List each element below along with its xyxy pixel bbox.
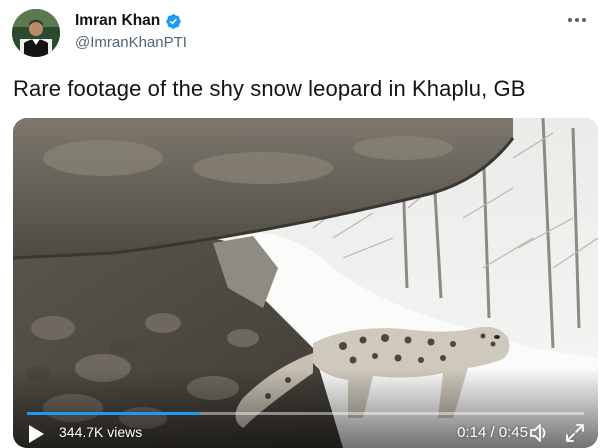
author-display-name[interactable]: Imran Khan: [75, 12, 160, 30]
view-count: 344.7K views: [59, 424, 143, 440]
play-button[interactable]: [27, 424, 45, 444]
tweet-header: Imran Khan @ImranKhanPTI: [0, 0, 600, 72]
video-time: 0:14 / 0:45: [457, 424, 528, 441]
more-options-button[interactable]: [564, 10, 590, 30]
ellipsis-icon: [568, 18, 586, 22]
progress-bar[interactable]: [27, 412, 584, 415]
author-name-row: Imran Khan: [75, 12, 182, 30]
tweet-text: Rare footage of the shy snow leopard in …: [13, 76, 526, 101]
author-handle[interactable]: @ImranKhanPTI: [75, 34, 187, 51]
video-controls: 344.7K views 0:14 / 0:45: [13, 394, 598, 448]
verified-badge-icon: [166, 13, 182, 29]
avatar-photo-icon: [12, 9, 60, 57]
video-player[interactable]: 344.7K views 0:14 / 0:45: [13, 118, 598, 448]
progress-fill: [27, 412, 200, 415]
author-avatar[interactable]: [12, 9, 60, 57]
play-icon: [29, 425, 44, 443]
